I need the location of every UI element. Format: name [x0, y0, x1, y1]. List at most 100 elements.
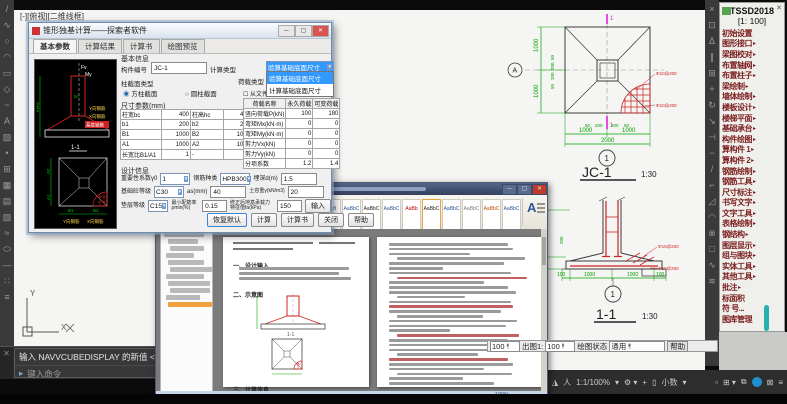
rectangle-icon[interactable]: ▭	[3, 68, 12, 78]
design-field[interactable]: 150	[277, 200, 302, 212]
palette-item[interactable]: 书写文字▸	[720, 198, 784, 209]
nav-outline-item[interactable]	[168, 281, 210, 286]
dialog-title-bar[interactable]: 锥形独基计算——探索者软件 ─ ▢ ✕	[29, 23, 331, 39]
crosshair-icon[interactable]: +	[642, 378, 647, 387]
palette-item[interactable]: 文字工具▸	[720, 208, 784, 219]
tab-计算结果[interactable]: 计算结果	[78, 39, 122, 53]
palette-item[interactable]: 楼板设计▸	[720, 102, 784, 113]
dialog-maximize-button[interactable]: ▢	[295, 25, 312, 37]
load-value[interactable]: 0	[313, 129, 340, 139]
copy-tray-icon[interactable]: ⧉	[741, 377, 747, 387]
nav-outline-item[interactable]	[168, 302, 212, 307]
style-gallery-item[interactable]: AaBbC	[502, 199, 521, 231]
palette-item[interactable]: 批注▸	[720, 282, 784, 293]
dim-value[interactable]: 200	[162, 120, 191, 130]
dialog-button-计算书[interactable]: 计算书	[281, 213, 314, 227]
design-field[interactable]: HPB300▾	[220, 173, 250, 185]
radio-square-column[interactable]: ◉ 方柱截面	[123, 88, 157, 98]
polyline-icon[interactable]: ∿	[3, 20, 11, 30]
gear-icon[interactable]: ⚙ ▾	[624, 378, 637, 387]
palette-item[interactable]: 符 号...	[720, 303, 784, 314]
ellipse-icon[interactable]: ⬭	[3, 244, 11, 254]
command-close-icon[interactable]: ✕	[0, 347, 13, 379]
style-gallery-item[interactable]: AaBbC	[422, 199, 441, 231]
plot-scale-combo[interactable]: 100▾	[545, 341, 575, 352]
dim-value[interactable]: 1000	[162, 130, 191, 140]
word-navigation-pane[interactable]	[160, 229, 213, 393]
explode-icon[interactable]: □	[709, 244, 714, 254]
dialog-button-计算[interactable]: 计算	[251, 213, 277, 227]
palette-item[interactable]: 算构件 1▸	[720, 145, 784, 156]
palette-item[interactable]: 钢筋工具▸	[720, 176, 784, 187]
word-page-2[interactable]	[377, 237, 543, 387]
circle-icon[interactable]: ○	[4, 36, 9, 46]
nav-outline-item[interactable]	[166, 295, 200, 300]
palette-item[interactable]: 梁绘制▸	[720, 81, 784, 92]
palette-item[interactable]: 其他工具▸	[720, 272, 784, 283]
nav-outline-item[interactable]	[168, 239, 198, 244]
hardware-accel-icon[interactable]	[752, 377, 762, 387]
offset-icon[interactable]: ∥	[710, 52, 715, 62]
word-document-area[interactable]: 一、设计输入 二、示意图 1-1	[156, 229, 547, 393]
design-field[interactable]: 0.15	[202, 200, 227, 212]
load-value[interactable]: 0	[313, 149, 340, 159]
load-value[interactable]: 1.4	[313, 159, 340, 169]
trim-icon[interactable]: −	[709, 148, 714, 158]
word-restore-button[interactable]: ▢	[517, 184, 532, 195]
palette-scroll-indicator[interactable]	[764, 305, 769, 331]
word-minimize-button[interactable]: ─	[502, 184, 517, 195]
dialog-button-关闭[interactable]: 关闭	[318, 213, 344, 227]
design-field[interactable]: 1.5	[281, 173, 317, 185]
load-value[interactable]: 0	[286, 149, 313, 159]
style-gallery-item[interactable]: AaBbC	[382, 199, 401, 231]
ray-icon[interactable]: —	[3, 260, 12, 270]
modify-toolbar[interactable]: ×⊡Δ∥⊞+↻↘⊣−/⌐◿◠⊗□∿≋	[705, 0, 719, 366]
design-field[interactable]: 20	[288, 186, 324, 198]
scale-icon[interactable]: ↘	[708, 116, 716, 126]
nav-outline-item[interactable]	[170, 288, 210, 293]
draw-toolbar[interactable]: /∿○◠▭◇~A▨•⊞▦▤▧≈⬭—∷≡	[0, 0, 14, 366]
arc-icon[interactable]: ◠	[3, 52, 11, 62]
units-display[interactable]: 小数	[661, 377, 677, 388]
dialog-close-button[interactable]: ✕	[312, 25, 329, 37]
palette-item[interactable]: 尺寸标注▸	[720, 187, 784, 198]
nav-outline-item[interactable]	[170, 267, 213, 272]
load-value[interactable]: 0	[313, 119, 340, 129]
chamfer-icon[interactable]: ◿	[709, 196, 716, 206]
units-dropdown-icon[interactable]: ▾	[682, 378, 686, 387]
palette-item[interactable]: 图层显示▸	[720, 240, 784, 251]
rotate-icon[interactable]: ↻	[708, 100, 716, 110]
palette-item[interactable]: 标面积	[720, 293, 784, 304]
design-field[interactable]: C30▾	[154, 186, 184, 198]
palette-item[interactable]: 梁图校对▸	[720, 49, 784, 60]
palette-item[interactable]: 墙体绘制▸	[720, 92, 784, 103]
stretch-icon[interactable]: ⊣	[708, 132, 716, 142]
measure-icon[interactable]: ≡	[4, 292, 9, 302]
tab-计算书[interactable]: 计算书	[123, 39, 160, 53]
move-icon[interactable]: +	[709, 84, 714, 94]
word-scrollbar[interactable]	[541, 229, 547, 393]
dialog-minimize-button[interactable]: ─	[278, 25, 295, 37]
clean-screen-icon[interactable]: ▫	[715, 378, 718, 387]
viewport-scale[interactable]: 1:1/100%	[576, 378, 610, 387]
divide-icon[interactable]: ∷	[4, 276, 10, 286]
interface-icon[interactable]: ⊞ ▾	[723, 378, 736, 387]
tab-绘图预览[interactable]: 绘图预览	[161, 39, 205, 53]
dim-value[interactable]: 1000	[162, 140, 191, 150]
word-close-button[interactable]: ✕	[532, 184, 547, 195]
style-gallery-item[interactable]: AaBbC	[482, 199, 501, 231]
palette-item[interactable]: 构件绘图▸	[720, 134, 784, 145]
customize-menu-icon[interactable]: ≡	[778, 378, 783, 387]
isolate-icon[interactable]: ▯	[652, 378, 656, 387]
annotation-visibility-icon[interactable]: ◮	[552, 378, 558, 387]
erase-icon[interactable]: ×	[709, 4, 714, 14]
nav-outline-item[interactable]	[166, 274, 204, 279]
nav-outline-item[interactable]	[166, 253, 194, 258]
load-value[interactable]: 180	[313, 109, 340, 119]
nav-outline-item[interactable]	[168, 260, 204, 265]
palette-close-icon[interactable]: ✕	[776, 4, 782, 12]
design-field[interactable]: C15▾	[148, 200, 168, 212]
polygon-icon[interactable]: ◇	[4, 84, 11, 94]
line-icon[interactable]: /	[6, 4, 9, 14]
help-button[interactable]: 帮助	[667, 341, 688, 352]
